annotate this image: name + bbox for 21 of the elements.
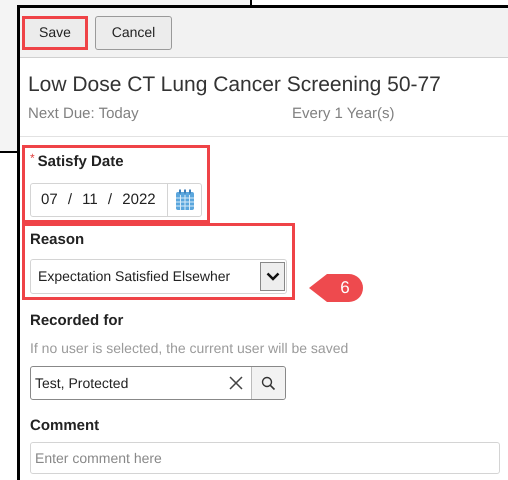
search-button[interactable] bbox=[251, 367, 285, 399]
toolbar-button[interactable]: Save bbox=[22, 16, 88, 50]
field-label: Comment bbox=[30, 416, 100, 436]
next-due-text: Next Due: Today bbox=[28, 104, 140, 124]
reason-dropdown[interactable]: Expectation Satisfied Elsewher bbox=[30, 259, 287, 294]
user-lookup-field[interactable]: Test, Protected bbox=[30, 366, 286, 400]
field-label: Reason bbox=[30, 230, 84, 250]
step-callout: 6 bbox=[309, 273, 363, 303]
toolbar-button[interactable]: Cancel bbox=[95, 16, 172, 50]
field-label: Recorded for bbox=[30, 311, 124, 331]
clear-icon[interactable] bbox=[228, 375, 244, 391]
date-field[interactable]: 07 / 11 / 2022 bbox=[30, 183, 202, 217]
calendar-icon[interactable] bbox=[174, 189, 194, 211]
expectation-title: Low Dose CT Lung Cancer Screening 50-77 bbox=[28, 72, 442, 98]
required-mark: * bbox=[30, 151, 35, 165]
hint-text: If no user is selected, the current user will be saved bbox=[30, 339, 348, 358]
frequency-text: Every 1 Year(s) bbox=[292, 104, 395, 124]
search-icon bbox=[261, 376, 276, 390]
comment-field[interactable]: Enter comment here bbox=[30, 442, 500, 474]
caret-icon bbox=[266, 272, 280, 281]
field-label: Satisfy Date bbox=[38, 152, 124, 172]
